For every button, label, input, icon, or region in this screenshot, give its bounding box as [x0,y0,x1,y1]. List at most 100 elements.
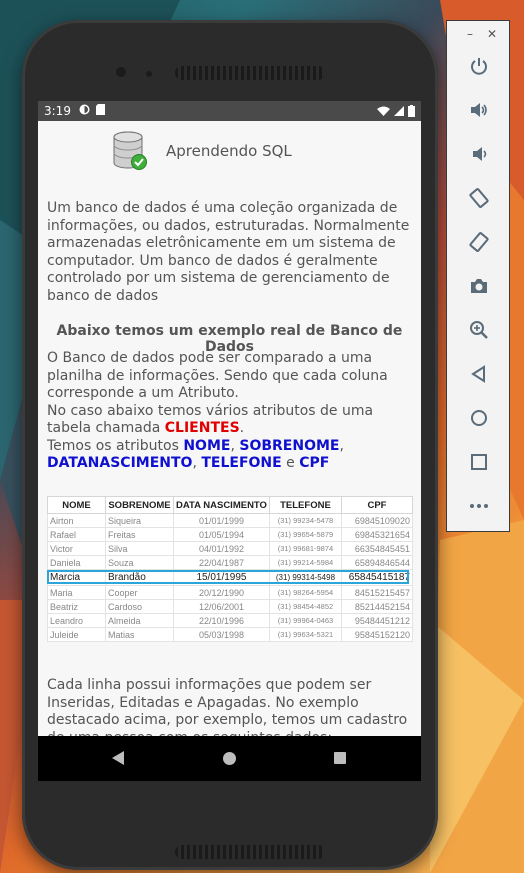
nav-recents-icon[interactable] [334,752,346,764]
table-cell: (31) 99214-5984 [268,555,342,570]
emulator-toolbar: – ✕ [446,20,510,532]
column-header: CPF [340,496,413,514]
attribute-sep-2: , [339,437,344,454]
table-row: Juleide Matias 05/03/1998 (31) 99634-5321 95… [47,627,413,642]
proximity-sensor [146,71,152,77]
table-cell: Victor [47,541,106,556]
status-time: 3:19 [44,104,71,118]
table-name-highlight: CLIENTES [164,420,240,436]
table-cell: Marcia [47,569,106,586]
table-cell: 01/01/1999 [173,513,270,528]
table-cell: 95484451212 [340,613,413,628]
table-row: Leandro Almeida 22/10/1996 (31) 99964-0463 9… [47,613,413,628]
database-icon [113,131,147,170]
table-cell: Maria [47,585,106,600]
table-cell: Souza [105,555,174,570]
table-cell: 22/04/1987 [173,555,270,570]
camera-icon[interactable] [467,274,491,298]
wifi-icon [377,106,390,116]
column-header: NOME [47,496,106,514]
power-icon[interactable] [467,54,491,78]
table-cell: Silva [105,541,174,556]
table-cell: Daniela [47,555,106,570]
table-cell: (31) 99634-5321 [268,627,342,642]
table-cell: 69845109020 [340,513,413,528]
table-row: Airton Siqueira 01/01/1999 (31) 99234-5478 6… [47,513,413,528]
table-cell: 15/01/1995 [173,569,270,586]
volume-up-icon[interactable] [467,98,491,122]
home-icon[interactable] [467,406,491,430]
explanation-line1: O Banco de dados pode ser comparado a um… [47,350,388,401]
android-nav-bar [38,736,421,781]
battery-icon [408,105,415,117]
table-row: Daniela Souza 22/04/1987 (31) 99214-5984 658… [47,555,413,570]
table-cell: 20/12/1990 [173,585,270,600]
table-cell: 65894846544 [340,555,413,570]
overview-icon[interactable] [467,450,491,474]
table-cell: (31) 99234-5478 [268,513,342,528]
attributes-prefix: Temos os atributos [47,437,184,454]
nav-home-icon[interactable] [223,752,236,765]
more-icon[interactable] [467,494,491,518]
app-title: Aprendendo SQL [166,142,292,160]
front-camera [116,67,126,77]
table-cell: 04/01/1992 [173,541,270,556]
table-cell: Siqueira [105,513,174,528]
table-cell: (31) 99681-9874 [268,541,342,556]
table-row: Beatriz Cardoso 12/06/2001 (31) 98454-4852 8… [47,599,413,614]
table-cell: Beatriz [47,599,106,614]
rotate-left-icon[interactable] [467,186,491,210]
table-cell: 01/05/1994 [173,527,270,542]
minimize-icon[interactable]: – [467,27,473,41]
table-cell: 12/06/2001 [173,599,270,614]
table-row-highlighted: Marcia Brandão 15/01/1995 (31) 99314-5498 65… [47,569,413,586]
app-content[interactable]: Aprendendo SQL Um banco de dados é uma c… [38,121,421,736]
explanation-paragraph: O Banco de dados pode ser comparado a um… [47,350,415,473]
table-cell: 95845152120 [340,627,413,642]
column-header: TELEFONE [268,496,342,514]
column-header: SOBRENOME [105,496,174,514]
table-cell: Rafael [47,527,106,542]
table-header-row: NOME SOBRENOME DATA NASCIMENTO TELEFONE … [47,496,413,514]
attribute-sobrenome: SOBRENOME [239,437,340,454]
table-row: Rafael Freitas 01/05/1994 (31) 99654-5879 69… [47,527,413,542]
cell-signal-icon [394,106,404,116]
table-cell: (31) 99314-5498 [268,569,342,586]
table-cell: (31) 99654-5879 [268,527,342,542]
attribute-datanascimento: DATANASCIMENTO [47,455,193,471]
bottom-speaker-grill [175,845,325,859]
table-cell: 66354845451 [340,541,413,556]
notification-app-icon [79,104,90,118]
example-database-table: NOME SOBRENOME DATA NASCIMENTO TELEFONE … [47,496,413,642]
table-cell: 84515215457 [340,585,413,600]
volume-down-icon[interactable] [467,142,491,166]
table-cell: 65845415187 [340,569,413,586]
close-icon[interactable]: ✕ [487,27,497,41]
table-cell: 69845321654 [340,527,413,542]
attribute-cpf: CPF [299,455,330,471]
status-bar: 3:19 [38,101,421,121]
table-cell: Cooper [105,585,174,600]
app-header: Aprendendo SQL [112,131,292,171]
phone-screen: 3:19 Aprendendo SQL Um banco de dados é [38,101,421,781]
table-name-suffix: . [239,420,245,436]
rotate-right-icon[interactable] [467,230,491,254]
table-cell: (31) 98454-4852 [268,599,342,614]
top-speaker-grill [175,66,325,80]
table-row: Maria Cooper 20/12/1990 (31) 98264-5954 8451… [47,585,413,600]
closing-paragraph: Cada linha possui informações que podem … [47,677,408,736]
table-cell: (31) 99964-0463 [268,613,342,628]
table-row: Victor Silva 04/01/1992 (31) 99681-9874 6635… [47,541,413,556]
nav-back-icon[interactable] [112,751,124,765]
table-cell: 85214452154 [340,599,413,614]
zoom-icon[interactable] [467,318,491,342]
back-icon[interactable] [467,362,491,386]
attribute-sep-4: e [281,455,300,471]
table-cell: Freitas [105,527,174,542]
table-cell: 05/03/1998 [173,627,270,642]
table-cell: Airton [47,513,106,528]
column-header: DATA NASCIMENTO [173,496,270,514]
table-cell: Leandro [47,613,106,628]
table-cell: Cardoso [105,599,174,614]
table-cell: Matias [105,627,174,642]
